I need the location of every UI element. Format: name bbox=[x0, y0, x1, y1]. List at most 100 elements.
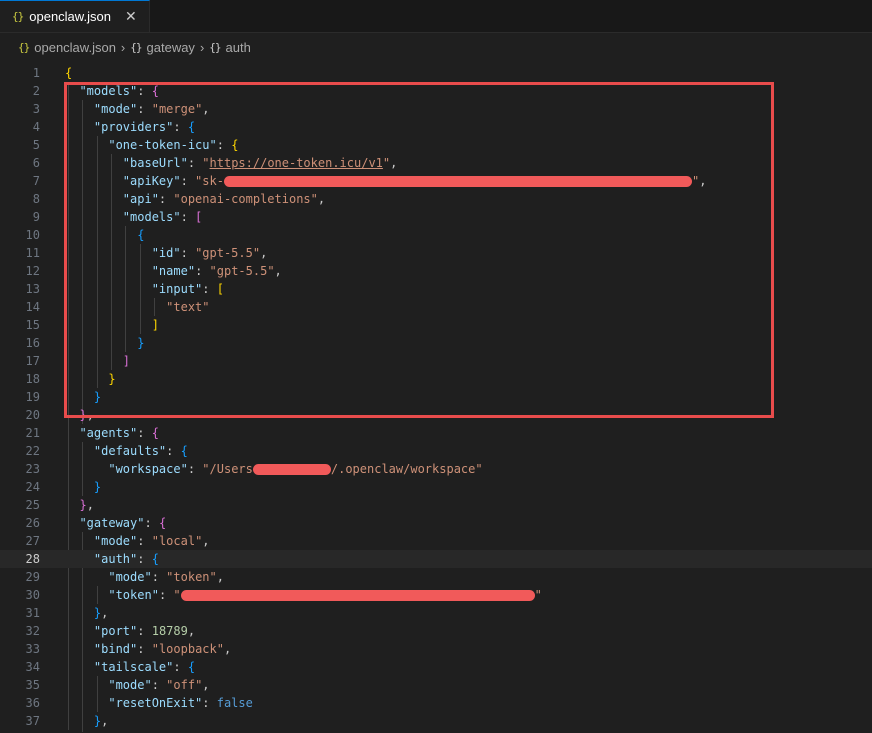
line-number: 35 bbox=[25, 678, 40, 692]
json-key: "auth" bbox=[93, 552, 138, 566]
json-file-icon: {} bbox=[12, 10, 24, 23]
json-string: "merge" bbox=[151, 102, 203, 116]
json-string: "token" bbox=[166, 570, 217, 584]
json-string: "loopback" bbox=[151, 642, 224, 656]
code-line: 6 "baseUrl": "https://one-token.icu/v1", bbox=[0, 154, 872, 172]
line-number: 33 bbox=[25, 642, 40, 656]
code-line: 8 "api": "openai-completions", bbox=[0, 190, 872, 208]
line-number: 32 bbox=[25, 624, 40, 638]
code-line: 20 }, bbox=[0, 406, 872, 424]
tab-openclaw-json[interactable]: {} openclaw.json ✕ bbox=[0, 0, 150, 32]
json-string: "local" bbox=[151, 534, 203, 548]
code-line: 2 "models": { bbox=[0, 82, 872, 100]
breadcrumb-gateway[interactable]: gateway bbox=[147, 40, 195, 55]
tab-label: openclaw.json bbox=[29, 9, 111, 24]
code-line: 18 } bbox=[0, 370, 872, 388]
json-key: "workspace" bbox=[108, 462, 188, 476]
json-string: "/Users bbox=[202, 462, 253, 476]
redaction-mark bbox=[180, 590, 535, 601]
code-line: 13 "input": [ bbox=[0, 280, 872, 298]
line-number: 10 bbox=[25, 228, 40, 242]
line-number: 30 bbox=[25, 588, 40, 602]
url-link[interactable]: https://one-token.icu/v1 bbox=[210, 156, 383, 170]
line-number: 28 bbox=[25, 552, 40, 566]
code-line: 26 "gateway": { bbox=[0, 514, 872, 532]
line-number: 27 bbox=[25, 534, 40, 548]
code-line: 29 "mode": "token", bbox=[0, 568, 872, 586]
code-line: 27 "mode": "local", bbox=[0, 532, 872, 550]
code-line: 7 "apiKey": "sk- ", bbox=[0, 172, 872, 190]
code-line: 23 "workspace": "/Users/.openclaw/worksp… bbox=[0, 460, 872, 478]
breadcrumb-file[interactable]: openclaw.json bbox=[34, 40, 116, 55]
json-key: "agents" bbox=[79, 426, 138, 440]
json-key: "models" bbox=[79, 84, 138, 98]
line-number: 6 bbox=[32, 156, 40, 170]
code-line: 24 } bbox=[0, 478, 872, 496]
editor-window: {} openclaw.json ✕ {} openclaw.json › {}… bbox=[0, 0, 872, 733]
json-string: "openai-completions" bbox=[173, 192, 318, 206]
json-key: "mode" bbox=[93, 534, 138, 548]
object-icon: {} bbox=[130, 40, 142, 54]
code-line: 4 "providers": { bbox=[0, 118, 872, 136]
json-key: "apiKey" bbox=[122, 174, 181, 188]
line-number: 13 bbox=[25, 282, 40, 296]
code-line: 9 "models": [ bbox=[0, 208, 872, 226]
tab-bar: {} openclaw.json ✕ bbox=[0, 0, 872, 33]
code-editor[interactable]: 1{ 2 "models": { 3 "mode": "merge", 4 "p… bbox=[0, 64, 872, 733]
json-key: "id" bbox=[151, 246, 181, 260]
json-boolean: false bbox=[216, 696, 253, 710]
redaction-mark bbox=[252, 464, 331, 475]
line-number: 4 bbox=[32, 120, 40, 134]
code-line: 15 ] bbox=[0, 316, 872, 334]
json-key: "providers" bbox=[93, 120, 174, 134]
code-line: 3 "mode": "merge", bbox=[0, 100, 872, 118]
json-key: "baseUrl" bbox=[122, 156, 188, 170]
chevron-right-icon: › bbox=[120, 39, 126, 55]
json-string: "sk- bbox=[195, 174, 224, 188]
breadcrumb-auth[interactable]: auth bbox=[226, 40, 251, 55]
code-line: 33 "bind": "loopback", bbox=[0, 640, 872, 658]
line-number: 5 bbox=[32, 138, 40, 152]
json-number: 18789 bbox=[151, 624, 188, 638]
json-key: "name" bbox=[151, 264, 196, 278]
code-line: 5 "one-token-icu": { bbox=[0, 136, 872, 154]
json-key: "api" bbox=[122, 192, 159, 206]
line-number: 34 bbox=[25, 660, 40, 674]
line-number: 23 bbox=[25, 462, 40, 476]
code-line: 11 "id": "gpt-5.5", bbox=[0, 244, 872, 262]
json-string: "text" bbox=[166, 300, 210, 314]
line-number: 3 bbox=[32, 102, 40, 116]
code-line: 16 } bbox=[0, 334, 872, 352]
object-icon: {} bbox=[209, 40, 221, 54]
line-number: 14 bbox=[25, 300, 40, 314]
code-line: 12 "name": "gpt-5.5", bbox=[0, 262, 872, 280]
json-key: "token" bbox=[108, 588, 159, 602]
json-key: "defaults" bbox=[93, 444, 167, 458]
code-line: 32 "port": 18789, bbox=[0, 622, 872, 640]
code-line: 1{ bbox=[0, 64, 872, 82]
json-key: "mode" bbox=[93, 102, 138, 116]
line-number: 8 bbox=[32, 192, 40, 206]
line-number: 17 bbox=[25, 354, 40, 368]
breadcrumb: {} openclaw.json › {} gateway › {} auth bbox=[0, 33, 872, 61]
line-number: 19 bbox=[25, 390, 40, 404]
json-key: "port" bbox=[93, 624, 138, 638]
close-icon[interactable]: ✕ bbox=[123, 8, 139, 25]
line-number: 22 bbox=[25, 444, 40, 458]
json-string: "off" bbox=[166, 678, 203, 692]
line-number: 31 bbox=[25, 606, 40, 620]
line-number: 15 bbox=[25, 318, 40, 332]
redaction-mark bbox=[223, 176, 692, 187]
json-string: /.openclaw/workspace" bbox=[330, 462, 483, 476]
line-number: 37 bbox=[25, 714, 40, 728]
json-key: "one-token-icu" bbox=[108, 138, 217, 152]
code-line: 19 } bbox=[0, 388, 872, 406]
json-key: "tailscale" bbox=[93, 660, 174, 674]
line-number: 12 bbox=[25, 264, 40, 278]
line-number: 2 bbox=[32, 84, 40, 98]
code-line: 37 }, bbox=[0, 712, 872, 730]
code-line: 10 { bbox=[0, 226, 872, 244]
line-number: 20 bbox=[25, 408, 40, 422]
line-number: 21 bbox=[25, 426, 40, 440]
code-line: 22 "defaults": { bbox=[0, 442, 872, 460]
